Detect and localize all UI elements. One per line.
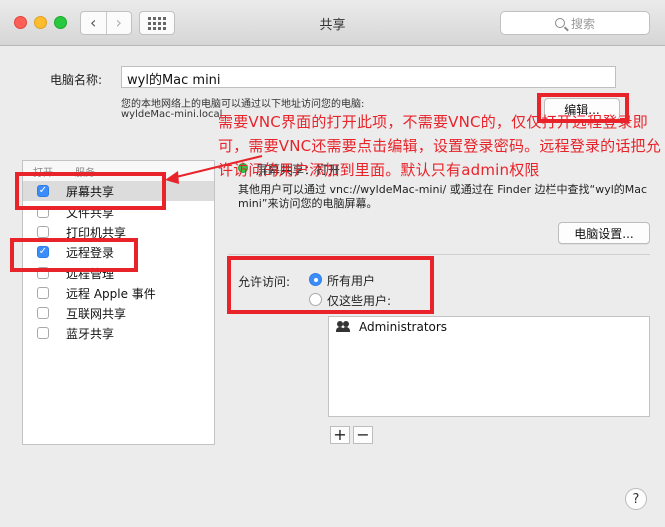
annotation-text: 需要VNC界面的打开此项，不需要VNC的，仅仅打开远程登录即可，需要VNC还需要… [218,113,661,179]
annotation-arrow-icon [165,155,263,184]
